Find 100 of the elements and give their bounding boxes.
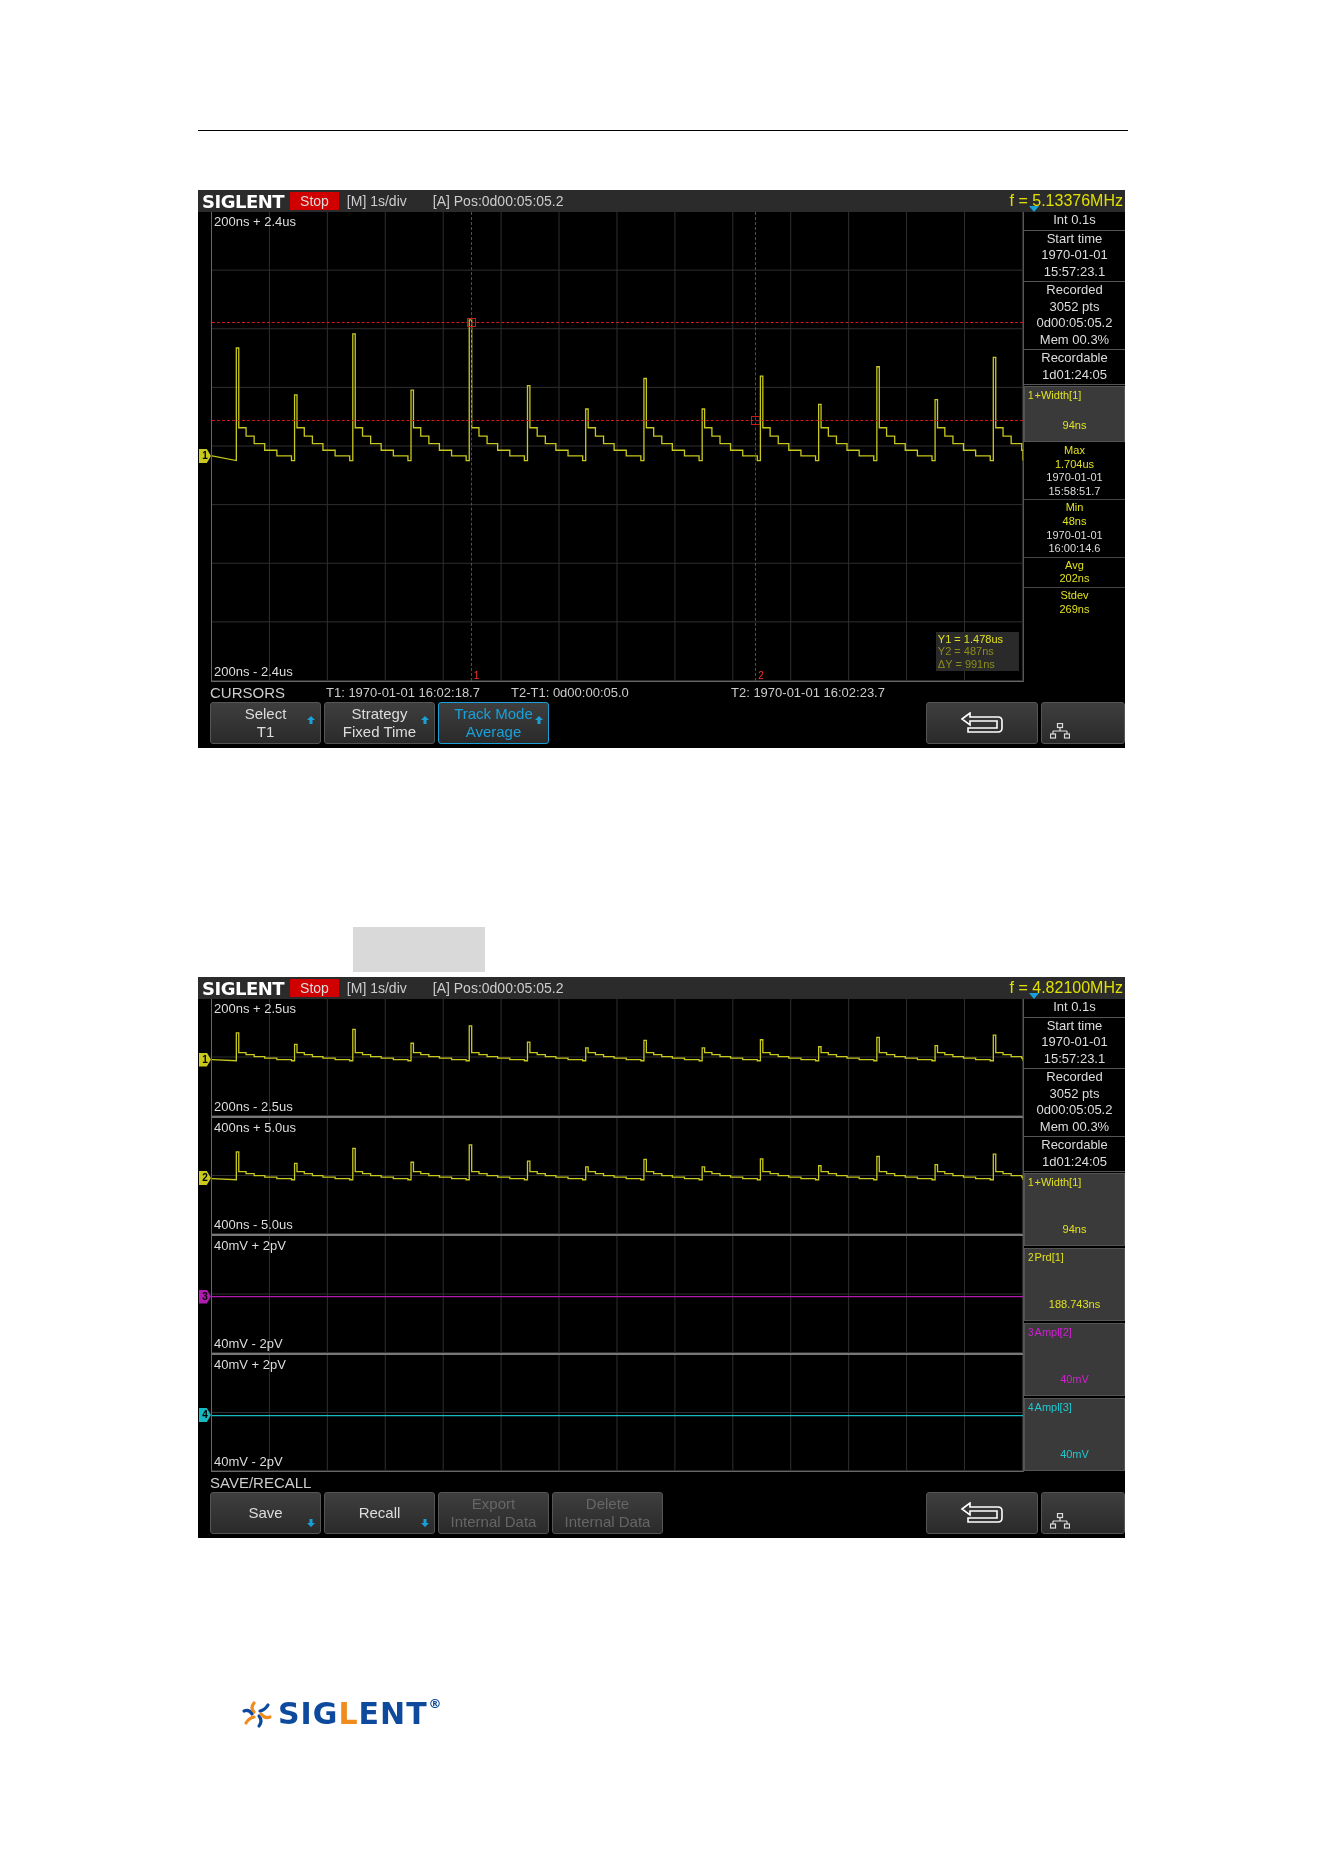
menu-title: CURSORS	[210, 683, 286, 701]
scale-label: 40mV - 2pV	[214, 1335, 283, 1351]
softkey[interactable]: Select T1	[210, 702, 321, 744]
stat-time: 1970-01-01	[1046, 471, 1103, 485]
measurement-value: 40mV	[1059, 1373, 1090, 1385]
stat-value: 202ns	[1059, 572, 1090, 586]
trigger-marker-icon	[1028, 206, 1039, 212]
trigger-marker-icon	[1028, 993, 1039, 999]
measurement-value: 94ns	[1061, 1223, 1088, 1235]
info-text: 1d01:24:05	[1041, 366, 1108, 383]
measurement-box[interactable]: 1+Width[1] 94ns	[1024, 386, 1125, 442]
softkey[interactable]: Recall	[324, 1492, 435, 1534]
position: [A] Pos:0d00:05:05.2	[432, 980, 564, 996]
softkey[interactable]: Track Mode Average	[438, 702, 549, 744]
info-text: 1970-01-01	[1041, 247, 1108, 264]
channel-marker[interactable]: 2	[199, 1171, 211, 1186]
cursor-label: 1	[473, 670, 480, 681]
stat-label: Avg	[1065, 558, 1084, 573]
run-state: Stop	[290, 979, 339, 997]
measurement-name: 1+Width[1]	[1028, 1176, 1083, 1188]
scale-label: 40mV + 2pV	[214, 1238, 286, 1253]
softkey[interactable]: Save	[210, 1492, 321, 1534]
info-text: Int 0.1s	[1053, 999, 1096, 1016]
arrow-up-icon	[420, 715, 430, 725]
info-text: 0d00:05:05.2	[1036, 315, 1113, 332]
info-text: 15:57:23.1	[1043, 1050, 1106, 1067]
stat-time: 1970-01-01	[1046, 528, 1103, 543]
cursor-time: T1: 1970-01-01 16:02:18.7	[326, 684, 481, 700]
readout-value: Y1 = 1.478us	[937, 632, 1003, 645]
brand-logo: SIGLENT	[201, 977, 286, 999]
scale-label: 400ns - 5.0us	[214, 1217, 293, 1232]
info-text: Recordable	[1041, 1137, 1108, 1154]
info-text: 3052 pts	[1049, 298, 1100, 315]
info-text: Recorded	[1046, 282, 1103, 299]
stat-value: 1.704us	[1054, 457, 1095, 472]
measurement-value: 188.743ns	[1047, 1298, 1102, 1310]
info-text: 1970-01-01	[1041, 1034, 1108, 1051]
scale-label: 40mV - 2pV	[214, 1454, 283, 1469]
network-icon	[1050, 1513, 1070, 1529]
position: [A] Pos:0d00:05:05.2	[432, 193, 564, 209]
return-arrow-icon	[960, 712, 1004, 734]
back-button[interactable]	[926, 702, 1038, 744]
measurement-name: 1+Width[1]	[1028, 389, 1083, 401]
info-text: Mem 00.3%	[1039, 331, 1110, 348]
brand-logo: SIGLENT®	[278, 1696, 443, 1731]
measurement-box[interactable]: 1+Width[1] 94ns	[1024, 1173, 1125, 1246]
stat-label: Max	[1064, 444, 1085, 458]
cursor-point-icon	[466, 317, 476, 327]
scale-label: 40mV + 2pV	[214, 1356, 286, 1372]
channel-marker[interactable]: 1	[199, 1052, 211, 1067]
brand-logo: SIGLENT	[201, 190, 286, 212]
info-text: Int 0.1s	[1053, 212, 1096, 229]
arrow-up-icon	[534, 715, 544, 725]
cursor-line[interactable]	[212, 419, 1023, 421]
run-state: Stop	[290, 192, 339, 210]
info-text: Recorded	[1046, 1069, 1103, 1086]
network-icon	[1050, 723, 1070, 739]
arrow-down-icon	[306, 1518, 316, 1528]
info-text: Mem 00.3%	[1039, 1118, 1110, 1135]
frequency: f = 5.13376MHz	[1009, 192, 1125, 210]
measurement-box[interactable]: 2Prd[1] 188.743ns	[1024, 1248, 1125, 1321]
stat-label: Stdev	[1060, 588, 1089, 603]
stat-time: 15:58:51.7	[1048, 484, 1101, 499]
info-text: 15:57:23.1	[1043, 263, 1106, 280]
menu-title: SAVE/RECALL	[210, 1473, 313, 1491]
frequency: f = 4.82100MHz	[1009, 979, 1125, 997]
measurement-name: 3Ampl[2]	[1028, 1326, 1073, 1338]
swirl-logo-icon	[240, 1698, 274, 1729]
stat-label: Min	[1065, 501, 1084, 515]
stat-value: 269ns	[1059, 602, 1090, 617]
cursor-line[interactable]	[470, 212, 472, 681]
info-text: Start time	[1046, 230, 1103, 247]
scale-label: 200ns - 2.4us	[214, 664, 293, 679]
info-text: 0d00:05:05.2	[1036, 1102, 1113, 1119]
stat-time: 16:00:14.6	[1048, 542, 1101, 556]
arrow-up-icon	[306, 715, 316, 725]
readout-value: ΔY = 991ns	[937, 657, 996, 670]
scale-label: 200ns + 2.4us	[214, 214, 297, 229]
measurement-box[interactable]: 4Ampl[3] 40mV	[1024, 1398, 1125, 1471]
scale-label: 200ns - 2.5us	[214, 1098, 293, 1114]
measurement-value: 94ns	[1061, 419, 1088, 431]
readout-value: Y2 = 487ns	[937, 645, 995, 658]
measurement-name: 4Ampl[3]	[1028, 1401, 1073, 1413]
network-button[interactable]	[1041, 1492, 1125, 1534]
info-text: Recordable	[1041, 350, 1108, 367]
channel-marker[interactable]: 1	[199, 448, 211, 463]
network-button[interactable]	[1041, 702, 1125, 744]
info-text: Start time	[1046, 1017, 1103, 1034]
cursor-point-icon	[751, 415, 761, 425]
softkey[interactable]: Strategy Fixed Time	[324, 702, 435, 744]
info-text: 3052 pts	[1049, 1085, 1100, 1102]
timebase: [M] 1s/div	[346, 980, 407, 996]
timebase: [M] 1s/div	[346, 193, 407, 209]
back-button[interactable]	[926, 1492, 1038, 1534]
return-arrow-icon	[960, 1502, 1004, 1524]
scale-label: 200ns + 2.5us	[214, 1001, 297, 1016]
channel-marker[interactable]: 4	[199, 1408, 211, 1423]
cursor-time: T2: 1970-01-01 16:02:23.7	[731, 684, 885, 700]
channel-marker[interactable]: 3	[199, 1289, 211, 1304]
stat-value: 48ns	[1062, 514, 1087, 529]
